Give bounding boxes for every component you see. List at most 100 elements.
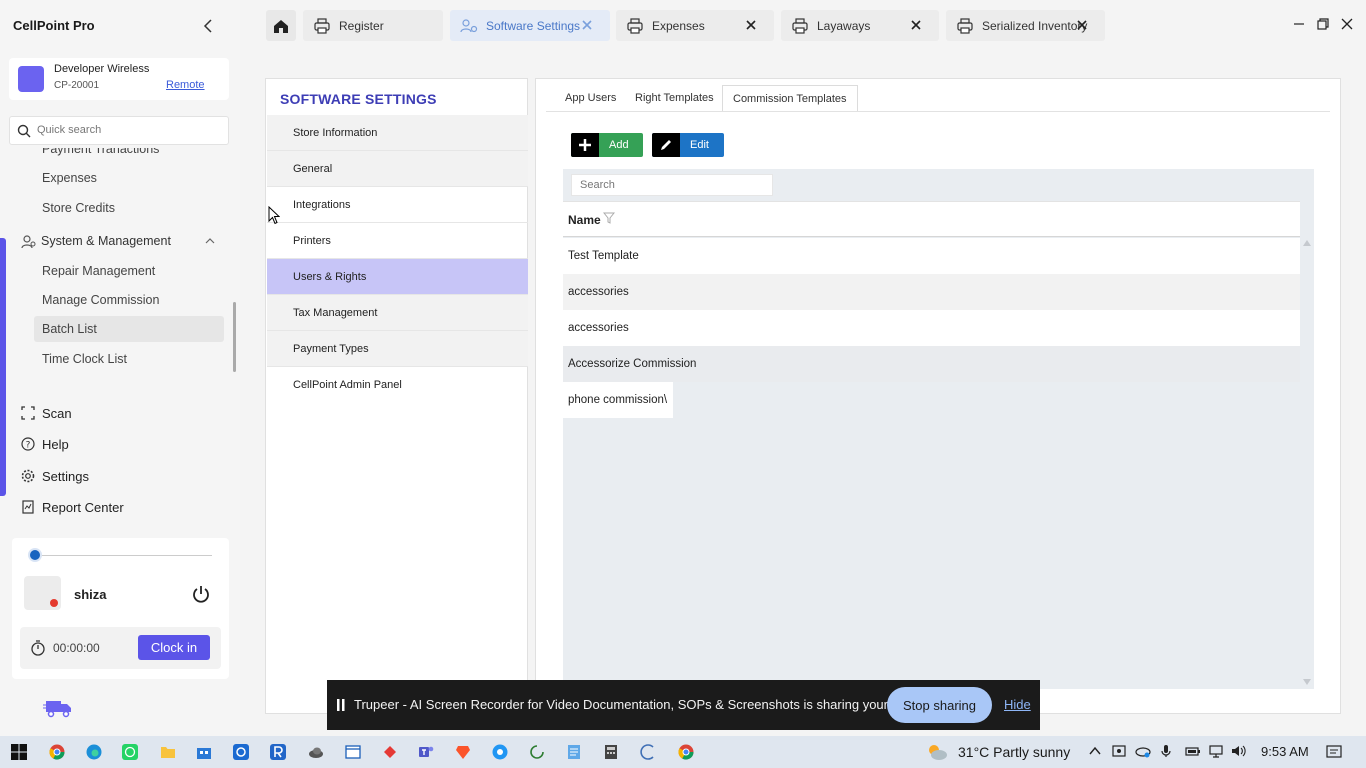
sidebar-report-center[interactable]: Report Center — [0, 496, 240, 518]
sidebar-scan[interactable]: Scan — [0, 402, 240, 424]
sidebar-item-expenses[interactable]: Expenses — [42, 171, 97, 185]
sidebar-item-store-credits[interactable]: Store Credits — [42, 201, 115, 215]
volume-icon[interactable] — [1231, 744, 1247, 760]
chrome-icon[interactable] — [49, 744, 65, 760]
edge-icon[interactable] — [86, 744, 102, 760]
sidebar-scrollbar[interactable] — [233, 302, 236, 372]
tab-app-users[interactable]: App Users — [555, 85, 626, 111]
whatsapp-icon[interactable] — [122, 744, 138, 760]
quick-search-input[interactable]: Quick search — [9, 116, 229, 145]
chevron-up-icon — [205, 236, 215, 246]
store-icon[interactable] — [196, 744, 212, 760]
loading-app-icon[interactable] — [529, 744, 545, 760]
menu-item-printers[interactable]: Printers — [267, 223, 528, 259]
file-explorer-icon[interactable] — [160, 744, 176, 760]
menu-item-general[interactable]: General — [267, 151, 528, 187]
delivery-truck-icon[interactable] — [42, 696, 74, 720]
message-app-icon[interactable] — [492, 744, 508, 760]
restore-icon[interactable] — [1315, 16, 1331, 32]
network-icon[interactable] — [1208, 744, 1224, 760]
sidebar-help[interactable]: ? Help — [0, 433, 240, 455]
home-button[interactable] — [266, 10, 296, 41]
battery-icon[interactable] — [1185, 744, 1201, 760]
tray-app-icon[interactable] — [1112, 744, 1128, 760]
add-button[interactable]: Add — [571, 133, 643, 157]
screen-share-bar: Trupeer - AI Screen Recorder for Video D… — [327, 680, 1040, 730]
tab-expenses[interactable]: Expenses — [616, 10, 774, 41]
pause-icon[interactable] — [337, 699, 345, 711]
windows-start-icon[interactable] — [11, 744, 27, 760]
printer-icon — [791, 17, 809, 35]
sidebar-item-payment-transactions[interactable]: Payment Tranactions — [42, 148, 159, 156]
close-icon[interactable] — [744, 18, 758, 32]
spinner-app-icon[interactable] — [640, 744, 656, 760]
menu-item-users-rights[interactable]: Users & Rights — [267, 259, 528, 295]
r-app-icon[interactable] — [270, 744, 286, 760]
grid-search-input[interactable]: Search — [571, 174, 773, 196]
filter-icon[interactable] — [603, 212, 615, 224]
weather-icon[interactable] — [925, 742, 949, 762]
scroll-up-icon[interactable] — [1303, 240, 1311, 246]
table-row[interactable]: accessories — [563, 274, 1300, 310]
menu-item-store-information[interactable]: Store Information — [267, 115, 528, 151]
sidebar-item-repair-management[interactable]: Repair Management — [42, 264, 155, 278]
system-clock[interactable]: 9:53 AM — [1261, 744, 1309, 759]
menu-item-integrations[interactable]: Integrations — [267, 187, 528, 223]
remote-link[interactable]: Remote — [166, 79, 205, 91]
chrome-icon[interactable] — [678, 744, 694, 760]
status-slider-track[interactable] — [34, 555, 212, 556]
table-row[interactable]: Test Template — [563, 238, 1300, 274]
minimize-icon[interactable] — [1291, 16, 1307, 32]
table-row[interactable]: accessories — [563, 310, 1300, 346]
table-row[interactable]: Accessorize Commission — [563, 346, 1300, 382]
clock-in-button[interactable]: Clock in — [138, 635, 210, 660]
sidebar-item-manage-commission[interactable]: Manage Commission — [42, 293, 159, 307]
close-icon[interactable] — [1075, 18, 1089, 32]
stopwatch-icon — [29, 639, 46, 656]
sidebar-settings[interactable]: Settings — [0, 465, 240, 487]
tab-register[interactable]: Register — [303, 10, 443, 41]
brave-icon[interactable] — [455, 744, 471, 760]
window-app-icon[interactable] — [345, 744, 361, 760]
power-icon[interactable] — [191, 584, 211, 604]
weather-text[interactable]: 31°C Partly sunny — [958, 744, 1070, 760]
sidebar-section-system-management[interactable]: System & Management — [20, 232, 220, 250]
status-slider-knob[interactable] — [28, 548, 42, 562]
close-icon[interactable] — [909, 18, 923, 32]
presence-dot — [50, 599, 58, 607]
sidebar-item-time-clock-list[interactable]: Time Clock List — [42, 352, 127, 366]
tab-right-templates[interactable]: Right Templates — [625, 85, 724, 111]
close-icon[interactable] — [580, 18, 594, 32]
tab-software-settings[interactable]: Software Settings — [450, 10, 610, 41]
edit-button[interactable]: Edit — [652, 133, 724, 157]
table-row[interactable]: phone commission\ — [563, 382, 673, 418]
hide-link[interactable]: Hide — [1004, 697, 1031, 712]
calculator-icon[interactable] — [603, 744, 619, 760]
tab-layaways[interactable]: Layaways — [781, 10, 939, 41]
notepad-icon[interactable] — [566, 744, 582, 760]
teams-icon[interactable] — [418, 744, 434, 760]
tab-serialized-inventory[interactable]: Serialized Inventory — [946, 10, 1105, 41]
name-column-header[interactable]: Name — [563, 201, 1300, 237]
stop-sharing-button[interactable]: Stop sharing — [887, 687, 992, 723]
cloud-app-icon[interactable] — [308, 744, 324, 760]
sidebar-item-batch-list[interactable]: Batch List — [42, 322, 97, 336]
chevron-up-icon[interactable] — [1088, 744, 1104, 760]
scroll-down-icon[interactable] — [1303, 679, 1311, 685]
column-label: Name — [568, 213, 601, 227]
microphone-icon[interactable] — [1160, 744, 1176, 760]
app-window: CellPoint Pro Developer Wireless CP-2000… — [0, 0, 1366, 768]
anydesk-icon[interactable] — [382, 744, 398, 760]
window-close-icon[interactable] — [1339, 16, 1355, 32]
tab-commission-templates[interactable]: Commission Templates — [722, 85, 858, 111]
menu-item-tax-management[interactable]: Tax Management — [267, 295, 528, 331]
menu-item-cellpoint-admin-panel[interactable]: CellPoint Admin Panel — [267, 367, 528, 403]
notifications-icon[interactable] — [1326, 744, 1342, 760]
pencil-icon — [652, 133, 680, 157]
svg-text:?: ? — [26, 441, 31, 451]
app-icon[interactable] — [233, 744, 249, 760]
collapse-sidebar-icon[interactable] — [200, 17, 216, 35]
cloud-sync-icon[interactable] — [1135, 744, 1151, 760]
menu-item-payment-types[interactable]: Payment Types — [267, 331, 528, 367]
store-card[interactable]: Developer Wireless CP-20001 Remote — [9, 58, 229, 100]
